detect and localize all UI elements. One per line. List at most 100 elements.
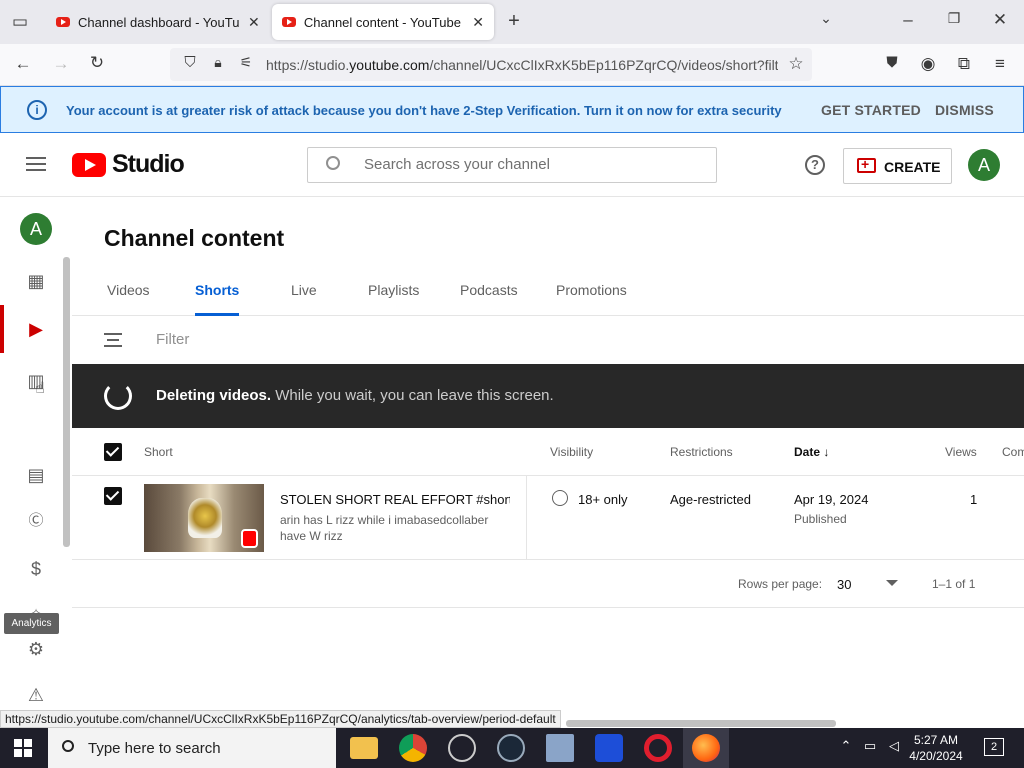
time: 5:27 AM — [913, 733, 959, 747]
windows-start-icon[interactable] — [14, 739, 32, 757]
maximize-icon[interactable]: ❐ — [944, 10, 964, 27]
dashboard-icon[interactable]: ▦ — [24, 269, 48, 293]
volume-muted-icon[interactable]: ◁ — [886, 738, 902, 754]
deleting-status-bar: Deleting videos. While you wait, you can… — [72, 364, 1024, 428]
forward-icon[interactable]: → — [50, 54, 72, 74]
studio-logo-text[interactable]: Studio — [112, 150, 185, 179]
filter-input[interactable]: Filter — [156, 331, 189, 348]
content-icon[interactable]: ▶ — [24, 317, 48, 341]
banner-message: Your account is at greater risk of attac… — [66, 103, 782, 118]
earn-icon[interactable]: $ — [24, 557, 48, 581]
deleting-message: Deleting videos. While you wait, you can… — [156, 387, 554, 404]
table-header: Short Visibility Restrictions Date ↓ Vie… — [72, 428, 1024, 476]
url-text[interactable]: https://studio.youtube.com/channel/UCxcC… — [266, 57, 778, 73]
column-date[interactable]: Date ↓ — [794, 445, 829, 459]
tray-up-icon[interactable]: ⌃ — [838, 738, 854, 754]
back-icon[interactable]: ← — [12, 54, 34, 74]
info-icon: i — [27, 100, 47, 120]
dropdown-arrow-icon[interactable] — [886, 580, 898, 586]
obs-icon[interactable] — [448, 734, 476, 762]
close-tab-icon[interactable]: ✕ — [472, 14, 484, 31]
steam-icon[interactable] — [497, 734, 525, 762]
shorts-icon — [241, 529, 258, 548]
sidebar-scrollbar[interactable] — [63, 257, 70, 547]
clock[interactable]: 5:27 AM 4/20/2024 — [905, 732, 967, 764]
tab-channel-dashboard[interactable]: Channel dashboard - YouTube Studio ✕ — [46, 4, 270, 40]
video-title[interactable]: STOLEN SHORT REAL EFFORT #short... — [280, 492, 510, 507]
tab-title: Channel content - YouTube Studio — [303, 14, 464, 30]
firefox-icon[interactable] — [692, 734, 720, 762]
table-row[interactable]: STOLEN SHORT REAL EFFORT #short... arin … — [72, 476, 1024, 560]
comments-icon[interactable]: ▤ — [24, 463, 48, 487]
network-icon[interactable]: ▭ — [862, 738, 878, 754]
get-started-button[interactable]: GET STARTED — [821, 102, 921, 118]
video-thumbnail[interactable] — [144, 484, 264, 552]
date-value: Apr 19, 2024 — [794, 492, 869, 507]
column-comments[interactable]: Com — [1002, 445, 1024, 459]
settings-icon[interactable]: ⚙ — [24, 637, 48, 661]
list-all-tabs-icon[interactable]: ⌄ — [816, 10, 836, 27]
url-bar[interactable]: ⛉ 🔒︎ ⚟ https://studio.youtube.com/channe… — [170, 48, 812, 81]
tab-playlists[interactable]: Playlists — [368, 282, 419, 316]
create-label: CREATE — [884, 159, 941, 175]
studio-header: Studio ? CREATE A — [0, 133, 1024, 197]
shield-icon[interactable]: ⛉ — [180, 54, 200, 71]
rows-per-page-select[interactable]: 30 — [837, 577, 851, 592]
security-banner: i Your account is at greater risk of att… — [0, 86, 1024, 133]
pocket-icon[interactable]: ⛊ — [882, 54, 902, 71]
file-explorer-icon[interactable] — [350, 737, 378, 759]
create-button[interactable]: CREATE — [843, 148, 952, 184]
malwarebytes-icon[interactable] — [595, 734, 623, 762]
account-icon[interactable]: ◉ — [918, 54, 938, 74]
bookmark-star-icon[interactable]: ☆ — [786, 54, 806, 74]
browser-nav-bar: ← → ↻ ⛉ 🔒︎ ⚟ https://studio.youtube.com/… — [0, 44, 1024, 86]
date: 4/20/2024 — [909, 749, 963, 763]
tab-shorts[interactable]: Shorts — [195, 282, 239, 316]
tab-live[interactable]: Live — [291, 282, 317, 316]
rows-per-page-label: Rows per page: — [738, 577, 823, 591]
minimize-icon[interactable]: – — [898, 10, 918, 30]
permissions-icon[interactable]: ⚟ — [236, 54, 256, 71]
opera-icon[interactable] — [644, 734, 672, 762]
search-input[interactable] — [364, 156, 694, 173]
tab-videos[interactable]: Videos — [107, 282, 150, 316]
new-tab-icon[interactable]: + — [504, 10, 524, 33]
column-divider — [526, 476, 527, 560]
help-icon[interactable]: ? — [805, 155, 825, 175]
account-avatar[interactable]: A — [968, 149, 1000, 181]
close-window-icon[interactable]: ✕ — [990, 10, 1010, 30]
select-all-checkbox[interactable] — [104, 443, 122, 461]
channel-avatar[interactable]: A — [20, 213, 52, 245]
notification-icon[interactable]: 2 — [984, 738, 1004, 756]
extensions-icon[interactable]: ⧉ — [954, 54, 974, 74]
hamburger-menu-icon[interactable] — [26, 157, 46, 171]
tab-promotions[interactable]: Promotions — [556, 282, 627, 316]
close-tab-icon[interactable]: ✕ — [248, 14, 260, 31]
row-checkbox[interactable] — [104, 487, 122, 505]
visibility-value[interactable]: 18+ only — [578, 492, 628, 507]
tab-channel-content[interactable]: Channel content - YouTube Studio ✕ — [272, 4, 494, 40]
filter-icon[interactable] — [104, 333, 122, 347]
column-visibility[interactable]: Visibility — [550, 445, 593, 459]
channel-search-box[interactable] — [307, 147, 717, 183]
tab-podcasts[interactable]: Podcasts — [460, 282, 518, 316]
menu-icon[interactable]: ≡ — [990, 54, 1010, 74]
copyright-icon[interactable]: Ⓒ — [24, 509, 48, 533]
horizontal-scrollbar[interactable] — [566, 720, 836, 727]
tab-list-icon[interactable]: ▭ — [10, 12, 30, 32]
taskbar-search[interactable]: Type here to search — [48, 728, 336, 768]
page-title: Channel content — [104, 225, 285, 251]
youtube-logo-icon[interactable] — [72, 153, 106, 177]
dismiss-button[interactable]: DISMISS — [935, 102, 994, 118]
reload-icon[interactable]: ↻ — [86, 53, 108, 73]
app-icon[interactable] — [546, 734, 574, 762]
chrome-icon[interactable] — [399, 734, 427, 762]
customization-icon[interactable]: ✧ — [24, 601, 48, 625]
lock-icon[interactable]: 🔒︎ — [208, 54, 228, 71]
column-views[interactable]: Views — [945, 445, 977, 459]
restriction-value[interactable]: Age-restricted — [670, 492, 751, 507]
globe-icon — [552, 490, 568, 506]
status-link: https://studio.youtube.com/channel/UCxcC… — [0, 710, 561, 728]
column-restrictions: Restrictions — [670, 445, 733, 459]
feedback-icon[interactable]: ⚠ — [24, 683, 48, 707]
